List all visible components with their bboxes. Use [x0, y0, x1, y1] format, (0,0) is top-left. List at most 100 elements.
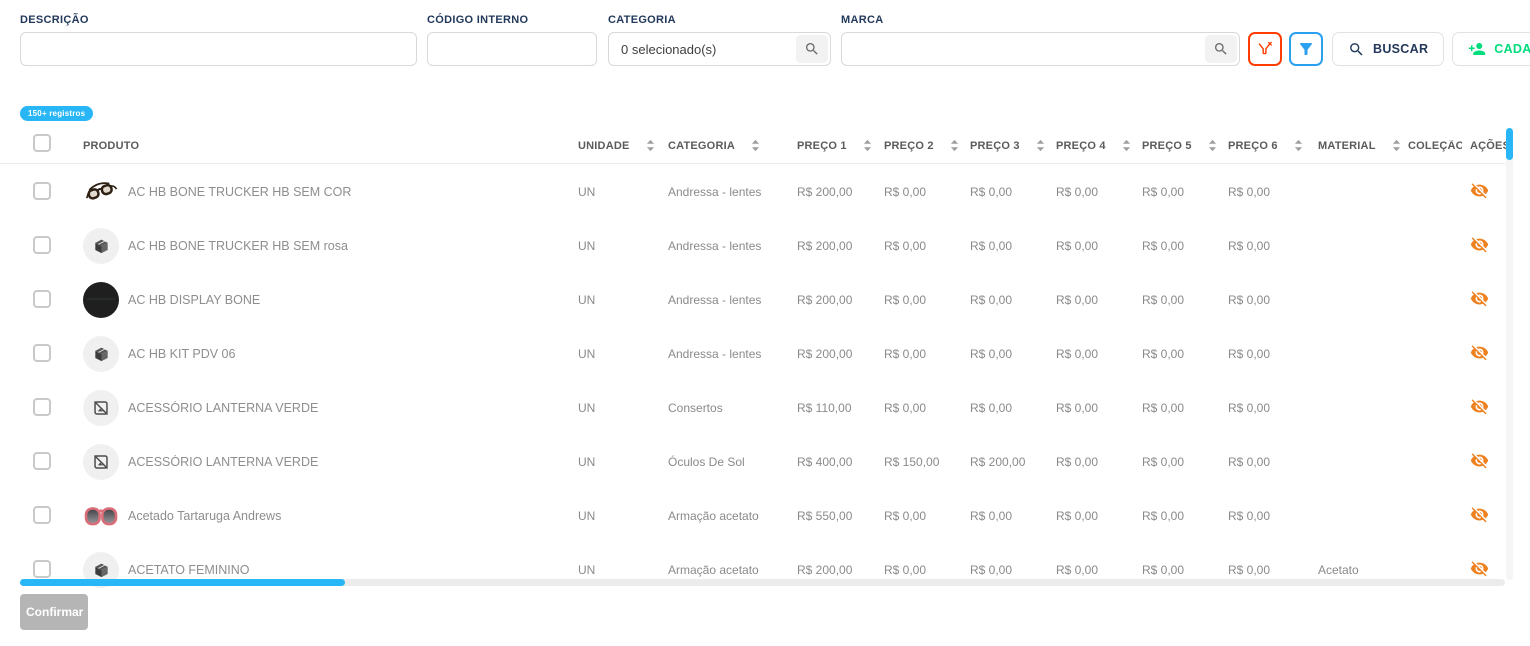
- search-icon: [1213, 41, 1229, 57]
- column-header-p3[interactable]: PREÇO 3: [970, 139, 1056, 152]
- cadastrar-button[interactable]: CADASTRAR: [1452, 32, 1530, 66]
- sort-icon[interactable]: [1036, 139, 1045, 152]
- marca-label: MARCA: [841, 14, 1240, 26]
- sort-icon[interactable]: [751, 139, 760, 152]
- sort-icon[interactable]: [1392, 139, 1401, 152]
- marca-input[interactable]: [842, 34, 1203, 64]
- column-header-p6[interactable]: PREÇO 6: [1228, 139, 1318, 152]
- sort-icon[interactable]: [950, 139, 959, 152]
- price-6-cell: R$ 0,00: [1228, 563, 1318, 577]
- category-cell: Armação acetato: [668, 563, 797, 577]
- column-header-produto: PRODUTO: [83, 140, 578, 152]
- clear-filters-button[interactable]: [1248, 32, 1282, 66]
- marca-search-button[interactable]: [1205, 35, 1237, 63]
- package-cube-icon: [92, 561, 111, 580]
- product-cell: AC HB BONE TRUCKER HB SEM rosa: [83, 228, 578, 264]
- price-2-cell: R$ 0,00: [884, 509, 970, 523]
- sort-icon[interactable]: [863, 139, 872, 152]
- unit-cell: UN: [578, 293, 668, 307]
- product-name: AC HB BONE TRUCKER HB SEM rosa: [128, 239, 348, 253]
- toggle-visibility-button[interactable]: [1470, 235, 1489, 254]
- buscar-button[interactable]: BUSCAR: [1332, 32, 1444, 66]
- table-row: ACESSÓRIO LANTERNA VERDE UN Óculos De So…: [0, 435, 1505, 489]
- vertical-scrollbar[interactable]: [1506, 128, 1513, 580]
- row-checkbox[interactable]: [33, 560, 51, 578]
- visibility-off-icon: [1470, 289, 1489, 308]
- sort-icon[interactable]: [1122, 139, 1131, 152]
- codigo-interno-input[interactable]: [427, 32, 597, 66]
- price-3-cell: R$ 0,00: [970, 347, 1056, 361]
- toggle-visibility-button[interactable]: [1470, 505, 1489, 524]
- actions-cell: [1462, 181, 1505, 203]
- row-checkbox[interactable]: [33, 236, 51, 254]
- vertical-scrollbar-thumb[interactable]: [1506, 128, 1513, 160]
- column-header-unidade[interactable]: UNIDADE: [578, 139, 668, 152]
- dark-product-photo: [83, 282, 119, 318]
- column-header-p4[interactable]: PREÇO 4: [1056, 139, 1142, 152]
- category-cell: Óculos De Sol: [668, 455, 797, 469]
- descricao-input[interactable]: [20, 32, 417, 66]
- column-header-p2[interactable]: PREÇO 2: [884, 139, 970, 152]
- row-checkbox[interactable]: [33, 452, 51, 470]
- categoria-search-button[interactable]: [796, 35, 828, 63]
- toggle-visibility-button[interactable]: [1470, 397, 1489, 416]
- row-checkbox[interactable]: [33, 182, 51, 200]
- row-checkbox[interactable]: [33, 506, 51, 524]
- horizontal-scrollbar-thumb[interactable]: [20, 579, 345, 586]
- toggle-visibility-button[interactable]: [1470, 181, 1489, 200]
- filter-button[interactable]: [1289, 32, 1323, 66]
- row-checkbox[interactable]: [33, 398, 51, 416]
- unit-cell: UN: [578, 347, 668, 361]
- sort-icon[interactable]: [1294, 139, 1303, 152]
- column-header-p1[interactable]: PREÇO 1: [797, 139, 884, 152]
- cadastrar-button-label: CADASTRAR: [1494, 42, 1530, 56]
- table-header-row: PRODUTOUNIDADE CATEGORIA PREÇO 1 PREÇO 2…: [0, 128, 1505, 164]
- sunglasses-photo: [83, 498, 119, 534]
- actions-cell: [1462, 343, 1505, 365]
- actions-cell: [1462, 397, 1505, 419]
- product-name: Acetado Tartaruga Andrews: [128, 509, 281, 523]
- confirm-button[interactable]: Confirmar: [20, 594, 88, 630]
- price-1-cell: R$ 200,00: [797, 185, 884, 199]
- price-5-cell: R$ 0,00: [1142, 563, 1228, 577]
- toggle-visibility-button[interactable]: [1470, 343, 1489, 362]
- product-cell: AC HB DISPLAY BONE: [83, 282, 578, 318]
- select-all-checkbox[interactable]: [33, 134, 51, 152]
- price-1-cell: R$ 200,00: [797, 293, 884, 307]
- price-3-cell: R$ 0,00: [970, 401, 1056, 415]
- no-image-icon: [92, 399, 110, 417]
- toggle-visibility-button[interactable]: [1470, 451, 1489, 470]
- eyeglasses-photo: [83, 174, 119, 210]
- column-label: CATEGORIA: [668, 140, 735, 152]
- product-cell: ACESSÓRIO LANTERNA VERDE: [83, 390, 578, 426]
- package-cube-icon: [92, 345, 111, 364]
- actions-cell: [1462, 559, 1505, 581]
- price-5-cell: R$ 0,00: [1142, 455, 1228, 469]
- unit-cell: UN: [578, 455, 668, 469]
- price-6-cell: R$ 0,00: [1228, 185, 1318, 199]
- row-checkbox[interactable]: [33, 344, 51, 362]
- column-header-p5[interactable]: PREÇO 5: [1142, 139, 1228, 152]
- category-cell: Consertos: [668, 401, 797, 415]
- price-5-cell: R$ 0,00: [1142, 347, 1228, 361]
- actions-cell: [1462, 505, 1505, 527]
- column-label: PREÇO 4: [1056, 140, 1106, 152]
- sort-icon[interactable]: [646, 139, 655, 152]
- funnel-icon: [1297, 40, 1315, 58]
- column-header-material[interactable]: MATERIAL: [1318, 139, 1408, 152]
- horizontal-scrollbar[interactable]: [20, 579, 1505, 586]
- table-row: AC HB BONE TRUCKER HB SEM rosa UN Andres…: [0, 219, 1505, 273]
- price-6-cell: R$ 0,00: [1228, 509, 1318, 523]
- column-header-colecao: COLEÇÃO: [1408, 140, 1462, 152]
- table-row: AC HB DISPLAY BONE UN Andressa - lentes …: [0, 273, 1505, 327]
- toggle-visibility-button[interactable]: [1470, 559, 1489, 578]
- product-thumbnail: [83, 390, 119, 426]
- row-checkbox-cell: [33, 398, 83, 419]
- categoria-select[interactable]: 0 selecionado(s): [608, 32, 831, 66]
- sort-icon[interactable]: [1208, 139, 1217, 152]
- toggle-visibility-button[interactable]: [1470, 289, 1489, 308]
- table-body: AC HB BONE TRUCKER HB SEM COR UN Andress…: [0, 165, 1505, 597]
- column-label: AÇÕES: [1470, 140, 1510, 152]
- row-checkbox[interactable]: [33, 290, 51, 308]
- column-header-categoria[interactable]: CATEGORIA: [668, 139, 797, 152]
